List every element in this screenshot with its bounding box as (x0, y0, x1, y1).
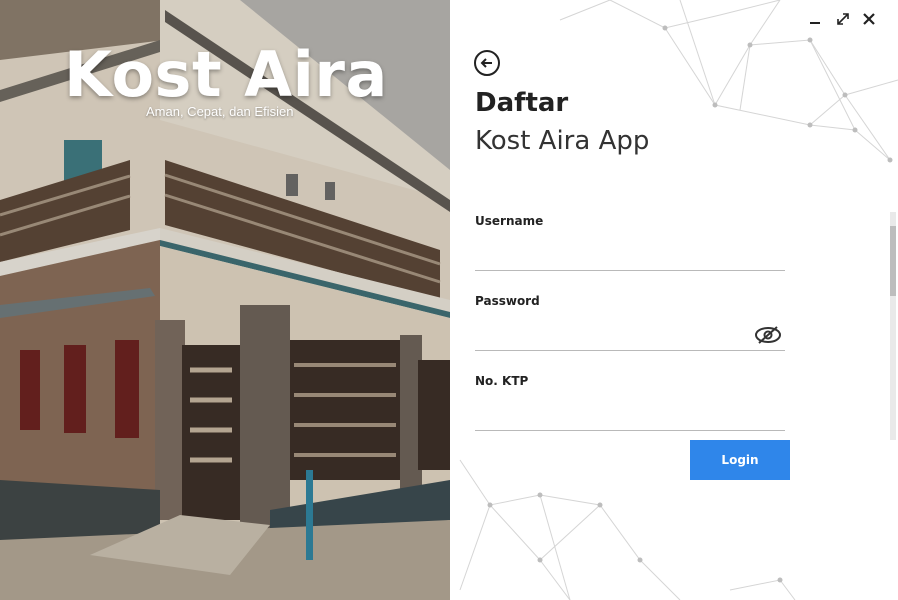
minimize-icon (810, 22, 820, 24)
login-button[interactable]: Login (690, 440, 790, 480)
vertical-scrollbar[interactable] (890, 212, 896, 440)
password-label: Password (475, 294, 540, 308)
app-tagline: Aman, Cepat, dan Efisien (146, 104, 294, 119)
close-icon (863, 13, 875, 25)
username-label: Username (475, 214, 544, 228)
close-button[interactable] (858, 8, 880, 30)
eye-icon (755, 326, 781, 344)
password-input[interactable] (475, 322, 785, 351)
page-subtitle: Kost Aira App (475, 126, 650, 156)
maximize-icon (837, 13, 849, 25)
registration-panel: Daftar Kost Aira App Username Password N… (450, 0, 898, 600)
username-input[interactable] (475, 242, 785, 271)
maximize-button[interactable] (832, 8, 854, 30)
toggle-password-visibility[interactable] (753, 324, 783, 346)
app-title: Kost Aira (64, 38, 388, 111)
ktp-input[interactable] (475, 402, 785, 431)
back-arrow-icon (480, 58, 492, 68)
minimize-button[interactable] (804, 8, 826, 30)
back-button[interactable] (474, 50, 500, 76)
hero-image-panel: Kost Aira Aman, Cepat, dan Efisien (0, 0, 450, 600)
scrollbar-thumb[interactable] (890, 226, 896, 296)
ktp-label: No. KTP (475, 374, 529, 388)
page-title: Daftar (475, 88, 569, 118)
